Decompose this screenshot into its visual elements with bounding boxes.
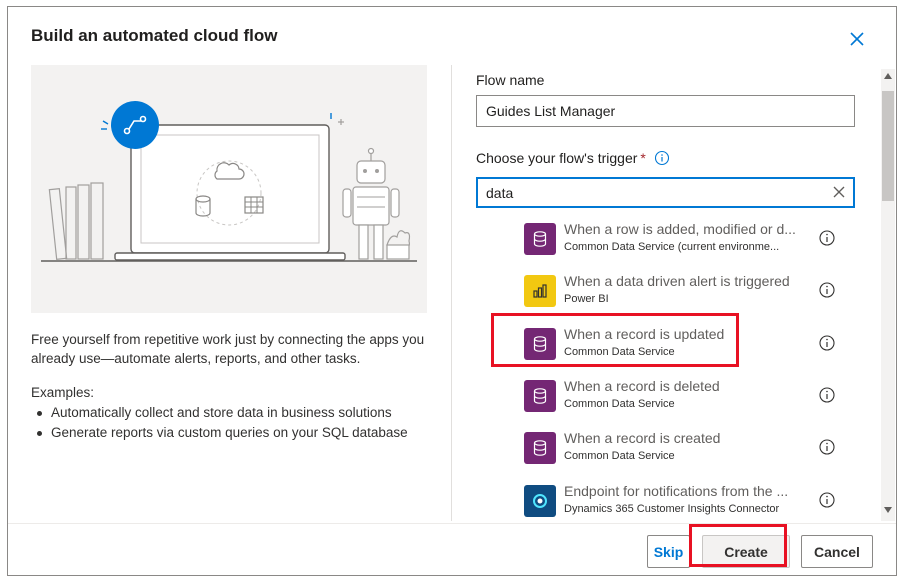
trigger-connector: Dynamics 365 Customer Insights Connector [564,503,780,515]
required-marker: * [640,150,646,166]
power-bi-icon [524,275,556,307]
trigger-label: Choose your flow's trigger * [476,150,670,166]
info-icon[interactable] [818,334,836,352]
info-icon[interactable] [818,281,836,299]
footer-divider [8,523,896,524]
intro-description: Free yourself from repetitive work just … [31,332,425,366]
trigger-item[interactable]: Endpoint for notifications from the ... … [452,483,880,521]
flow-name-label: Flow name [476,72,545,88]
trigger-connector: Common Data Service [564,450,675,462]
build-flow-dialog: Build an automated cloud flow Free yours… [7,6,897,576]
clear-search-icon[interactable] [831,184,847,200]
database-icon [524,328,556,360]
create-button[interactable]: Create [702,535,790,568]
trigger-search-box [476,177,855,208]
info-icon[interactable] [818,386,836,404]
trigger-title: When a data driven alert is triggered [564,273,790,289]
scroll-down-icon[interactable] [884,507,892,513]
trigger-connector: Common Data Service [564,398,675,410]
trigger-list: When a row is added, modified or d... Co… [452,221,880,521]
examples-title: Examples: [31,385,95,400]
flow-name-input[interactable] [476,95,855,127]
example-item: Automatically collect and store data in … [31,403,436,423]
trigger-item[interactable]: When a record is deleted Common Data Ser… [452,378,880,430]
trigger-item[interactable]: When a data driven alert is triggered Po… [452,273,880,325]
scroll-up-icon[interactable] [884,73,892,79]
trigger-title: Endpoint for notifications from the ... [564,483,789,499]
example-item: Generate reports via custom queries on y… [31,423,436,443]
trigger-title: When a record is updated [564,326,725,342]
trigger-item-record-updated[interactable]: When a record is updated Common Data Ser… [452,326,880,378]
trigger-connector: Power BI [564,293,609,305]
scroll-thumb[interactable] [882,91,894,201]
examples-list: Automatically collect and store data in … [31,403,436,443]
info-icon[interactable] [818,229,836,247]
trigger-item[interactable]: When a row is added, modified or d... Co… [452,221,880,273]
trigger-title: When a record is deleted [564,378,720,394]
info-icon[interactable] [818,438,836,456]
trigger-title: When a record is created [564,430,721,446]
laptop-illustration [41,101,417,262]
cancel-button[interactable]: Cancel [801,535,873,568]
database-icon [524,432,556,464]
dialog-title: Build an automated cloud flow [31,26,278,45]
trigger-search-input[interactable] [478,179,818,206]
database-icon [524,380,556,412]
trigger-item[interactable]: When a record is created Common Data Ser… [452,430,880,482]
trigger-connector: Common Data Service [564,346,675,358]
hero-illustration [31,65,427,313]
trigger-title: When a row is added, modified or d... [564,221,796,237]
database-icon [524,223,556,255]
trigger-list-scrollbar[interactable] [881,69,895,521]
info-icon[interactable] [818,491,836,509]
trigger-label-text: Choose your flow's trigger [476,150,638,166]
trigger-connector: Common Data Service (current environme..… [564,241,780,253]
close-icon[interactable] [847,29,867,49]
skip-button[interactable]: Skip [647,535,690,568]
customer-insights-icon [524,485,556,517]
info-icon[interactable] [654,150,670,166]
